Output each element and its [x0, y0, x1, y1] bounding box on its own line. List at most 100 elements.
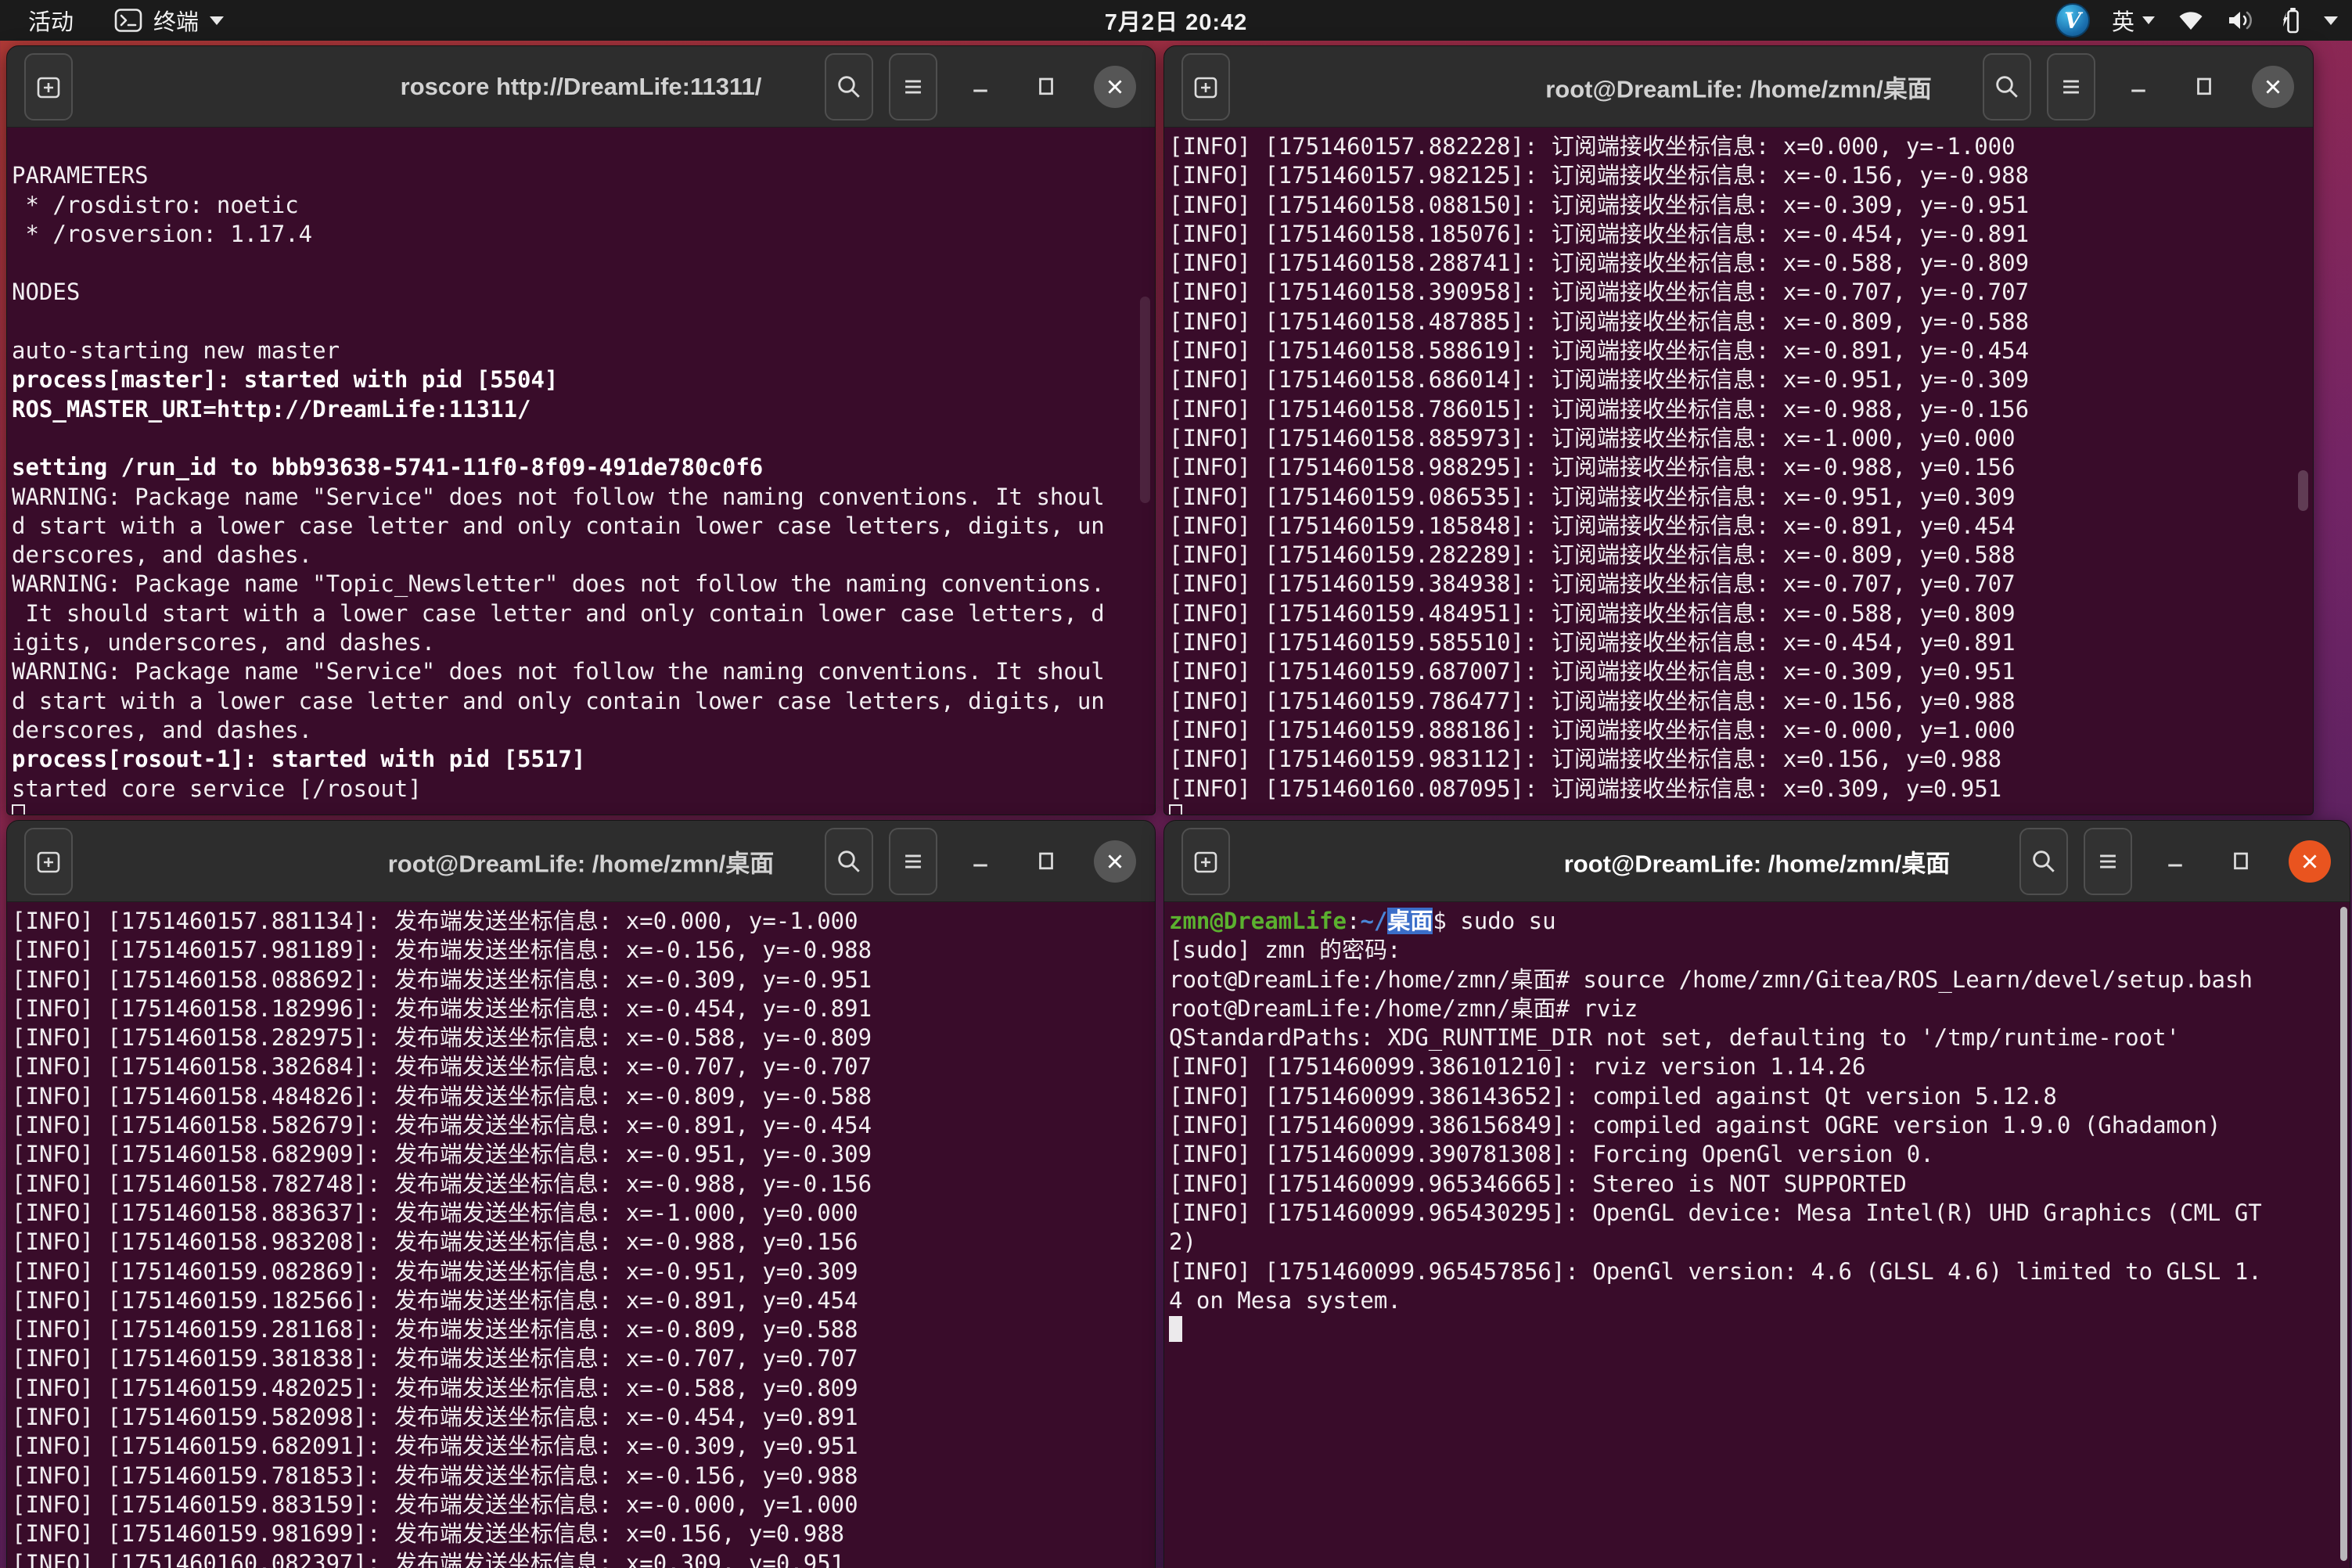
minimize-button[interactable] — [2154, 840, 2196, 883]
terminal-line — [12, 132, 1155, 161]
maximize-button[interactable] — [1025, 840, 1067, 883]
maximize-button[interactable] — [2220, 840, 2262, 883]
scrollbar-thumb[interactable] — [1140, 297, 1150, 503]
search-button[interactable] — [2019, 828, 2068, 895]
terminal-line: [INFO] [1751460159.781853]: 发布端发送坐标信息: x… — [12, 1462, 1155, 1491]
input-method-indicator[interactable]: 英 — [2112, 4, 2155, 37]
terminal-line: [INFO] [1751460159.682091]: 发布端发送坐标信息: x… — [12, 1432, 1155, 1461]
close-button[interactable] — [2289, 840, 2331, 883]
search-button[interactable] — [825, 53, 873, 120]
wifi-icon[interactable] — [2177, 9, 2205, 31]
vpn-tray-icon[interactable]: V — [2055, 3, 2090, 38]
terminal-line: [INFO] [1751460158.786015]: 订阅端接收坐标信息: x… — [1169, 395, 2313, 424]
close-icon — [2300, 851, 2320, 872]
terminal-line: [INFO] [1751460158.885973]: 订阅端接收坐标信息: x… — [1169, 424, 2313, 453]
terminal-line: started core service [/rosout] — [12, 775, 1155, 804]
search-icon — [835, 847, 863, 876]
terminal-line: WARNING: Package name "Service" does not… — [12, 657, 1155, 686]
minimize-button[interactable] — [959, 840, 1002, 883]
terminal-line: [INFO] [1751460099.386101210]: rviz vers… — [1169, 1052, 2350, 1081]
scrollbar-thumb[interactable] — [2340, 907, 2347, 1561]
terminal-line: [INFO] [1751460158.988295]: 订阅端接收坐标信息: x… — [1169, 453, 2313, 482]
terminal-line: [INFO] [1751460159.983112]: 订阅端接收坐标信息: x… — [1169, 745, 2313, 774]
minimize-button[interactable] — [2117, 66, 2160, 108]
app-menu-button[interactable]: 终端 — [114, 4, 224, 37]
terminal-line: [INFO] [1751460159.582098]: 发布端发送坐标信息: x… — [12, 1403, 1155, 1432]
terminal-content[interactable]: zmn@DreamLife:~/桌面$ sudo su[sudo] zmn 的密… — [1164, 902, 2350, 1568]
terminal-content[interactable]: PARAMETERS * /rosdistro: noetic * /rosve… — [7, 128, 1155, 815]
terminal-line: [INFO] [1751460158.588619]: 订阅端接收坐标信息: x… — [1169, 336, 2313, 365]
search-button[interactable] — [825, 828, 873, 895]
terminal-line: [INFO] [1751460158.782748]: 发布端发送坐标信息: x… — [12, 1170, 1155, 1199]
terminal-line: d start with a lower case letter and onl… — [12, 512, 1155, 541]
terminal-line: derscores, and dashes. — [12, 716, 1155, 745]
maximize-button[interactable] — [2183, 66, 2225, 108]
terminal-line: [INFO] [1751460158.088150]: 订阅端接收坐标信息: x… — [1169, 191, 2313, 220]
maximize-button[interactable] — [1025, 66, 1067, 108]
system-menu-chevron-icon[interactable] — [2324, 16, 2338, 25]
input-method-label: 英 — [2112, 4, 2134, 37]
battery-icon[interactable] — [2278, 6, 2302, 34]
search-button[interactable] — [1983, 53, 2031, 120]
terminal-line: [INFO] [1751460158.686014]: 订阅端接收坐标信息: x… — [1169, 365, 2313, 394]
menu-button[interactable] — [889, 53, 937, 120]
search-icon — [1993, 73, 2021, 101]
terminal-content[interactable]: [INFO] [1751460157.882228]: 订阅端接收坐标信息: x… — [1164, 128, 2313, 815]
clock-label[interactable]: 7月2日 20:42 — [1105, 4, 1248, 37]
terminal-line: 4 on Mesa system. — [1169, 1286, 2350, 1315]
terminal-line: [INFO] [1751460159.082869]: 发布端发送坐标信息: x… — [12, 1257, 1155, 1286]
scrollbar-thumb[interactable] — [2298, 470, 2308, 511]
terminal-line: [INFO] [1751460159.585510]: 订阅端接收坐标信息: x… — [1169, 628, 2313, 657]
terminal-line: process[rosout-1]: started with pid [551… — [12, 745, 1155, 774]
hamburger-icon — [2095, 848, 2121, 875]
terminal-line: It should start with a lower case letter… — [12, 599, 1155, 628]
terminal-line: [INFO] [1751460159.883159]: 发布端发送坐标信息: x… — [12, 1491, 1155, 1519]
hamburger-icon — [900, 74, 926, 100]
menu-button[interactable] — [889, 828, 937, 895]
minimize-icon — [2127, 75, 2150, 99]
terminal-line: QStandardPaths: XDG_RUNTIME_DIR not set,… — [1169, 1023, 2350, 1052]
close-button[interactable] — [1094, 840, 1136, 883]
terminal-line: [INFO] [1751460158.883637]: 发布端发送坐标信息: x… — [12, 1199, 1155, 1228]
search-icon — [835, 73, 863, 101]
menu-button[interactable] — [2084, 828, 2132, 895]
terminal-line: [INFO] [1751460159.384938]: 订阅端接收坐标信息: x… — [1169, 570, 2313, 599]
terminal-line: [sudo] zmn 的密码: — [1169, 936, 2350, 965]
titlebar[interactable]: root@DreamLife: /home/zmn/桌面 — [1164, 46, 2313, 128]
hamburger-icon — [2058, 74, 2084, 100]
terminal-window-rviz: root@DreamLife: /home/zmn/桌面 — [1163, 820, 2350, 1568]
terminal-line: [INFO] [1751460159.786477]: 订阅端接收坐标信息: x… — [1169, 687, 2313, 716]
terminal-window-subscriber: root@DreamLife: /home/zmn/桌面 — [1163, 45, 2314, 815]
terminal-line: auto-starting new master — [12, 336, 1155, 365]
terminal-content[interactable]: [INFO] [1751460157.881134]: 发布端发送坐标信息: x… — [7, 902, 1155, 1568]
volume-icon[interactable] — [2227, 9, 2257, 32]
menu-button[interactable] — [2047, 53, 2095, 120]
titlebar[interactable]: root@DreamLife: /home/zmn/桌面 — [1164, 821, 2350, 902]
search-icon — [2030, 847, 2058, 876]
terminal-line: 2) — [1169, 1228, 2350, 1257]
close-button[interactable] — [2252, 66, 2294, 108]
minimize-button[interactable] — [959, 66, 1002, 108]
terminal-line: [INFO] [1751460158.185076]: 订阅端接收坐标信息: x… — [1169, 220, 2313, 249]
terminal-line: [INFO] [1751460099.965457856]: OpenGl ve… — [1169, 1257, 2350, 1286]
terminal-line: [INFO] [1751460157.981189]: 发布端发送坐标信息: x… — [12, 936, 1155, 965]
maximize-icon — [1034, 850, 1058, 873]
close-button[interactable] — [1094, 66, 1136, 108]
maximize-icon — [2192, 75, 2216, 99]
terminal-line: d start with a lower case letter and onl… — [12, 687, 1155, 716]
close-icon — [2263, 77, 2283, 97]
terminal-line — [12, 249, 1155, 278]
titlebar[interactable]: root@DreamLife: /home/zmn/桌面 — [7, 821, 1155, 902]
terminal-cursor — [12, 804, 25, 815]
terminal-line: [INFO] [1751460158.682909]: 发布端发送坐标信息: x… — [12, 1140, 1155, 1169]
titlebar[interactable]: roscore http://DreamLife:11311/ — [7, 46, 1155, 128]
terminal-window-publisher: root@DreamLife: /home/zmn/桌面 — [6, 820, 1156, 1568]
activities-button[interactable]: 活动 — [23, 2, 78, 38]
terminal-line: [INFO] [1751460158.088692]: 发布端发送坐标信息: x… — [12, 966, 1155, 994]
terminal-line: process[master]: started with pid [5504] — [12, 365, 1155, 394]
close-icon — [1105, 77, 1125, 97]
terminal-window-roscore: roscore http://DreamLife:11311/ — [6, 45, 1156, 815]
terminal-line: [INFO] [1751460099.386143652]: compiled … — [1169, 1082, 2350, 1111]
terminal-line: PARAMETERS — [12, 161, 1155, 190]
terminal-line — [12, 424, 1155, 453]
